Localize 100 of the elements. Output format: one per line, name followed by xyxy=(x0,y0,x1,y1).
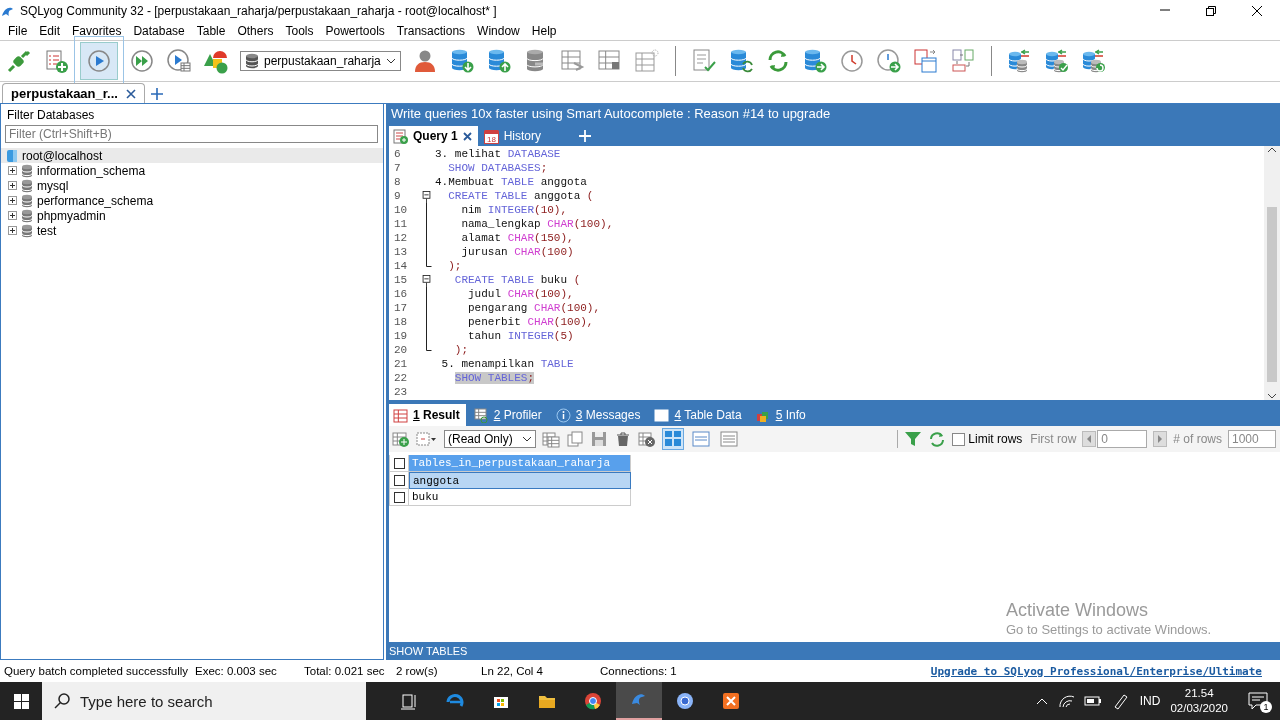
filter-icon[interactable] xyxy=(904,430,923,448)
menu-item[interactable]: Favorites xyxy=(66,24,128,38)
save-icon[interactable] xyxy=(590,430,608,448)
menu-item[interactable]: Database xyxy=(127,24,191,38)
expand-icon[interactable] xyxy=(8,196,17,205)
language-indicator[interactable]: IND xyxy=(1139,694,1161,708)
filter-field[interactable]: Filter (Ctrl+Shift+B) xyxy=(5,125,378,143)
trash-icon[interactable] xyxy=(614,430,632,448)
menu-item[interactable]: Others xyxy=(231,24,280,38)
grid-view-icon[interactable] xyxy=(664,430,682,448)
checklist-icon[interactable] xyxy=(690,48,717,74)
close-icon[interactable] xyxy=(462,131,472,141)
wifi-icon[interactable] xyxy=(1057,693,1074,709)
caret-up-icon[interactable] xyxy=(1267,146,1277,154)
line-number: 10 xyxy=(393,204,409,216)
menu-item[interactable]: Transactions xyxy=(390,24,472,38)
close-icon[interactable] xyxy=(125,88,136,99)
table-cell: buku xyxy=(409,489,631,506)
task-view-icon[interactable] xyxy=(399,691,419,711)
code-line: SHOW TABLES; xyxy=(453,371,535,385)
chevron-up-icon[interactable] xyxy=(1035,696,1048,706)
database-stack-icon[interactable] xyxy=(1043,48,1070,74)
expand-icon[interactable] xyxy=(8,181,17,190)
menu-item[interactable]: Powertools xyxy=(319,24,391,38)
code-line: nim INTEGER(10), xyxy=(460,203,568,217)
table-icon[interactable] xyxy=(559,48,586,74)
result-tab[interactable]: 1 Result xyxy=(389,404,466,426)
line-number: 8 xyxy=(393,176,402,188)
limit-rows-checkbox[interactable]: Limit rows xyxy=(952,432,1023,446)
database-icon xyxy=(21,163,33,178)
new-query-icon[interactable] xyxy=(43,48,69,74)
chromium-icon[interactable] xyxy=(675,691,695,711)
caret-down-icon[interactable] xyxy=(1267,392,1277,400)
notification-icon[interactable] xyxy=(1248,691,1268,711)
clock-time[interactable]: 21.54 xyxy=(1184,686,1214,701)
duplicate-icon[interactable] xyxy=(566,430,584,448)
menu-item[interactable]: Help xyxy=(525,24,563,38)
line-number: 21 xyxy=(393,358,409,370)
menu-item[interactable]: Table xyxy=(190,24,232,38)
query-tab[interactable]: Query 1 xyxy=(389,126,478,146)
cancel-icon[interactable] xyxy=(638,430,656,448)
clock-icon[interactable] xyxy=(838,48,865,74)
result-tab[interactable]: 5 Info xyxy=(751,404,812,426)
database-icon xyxy=(21,223,33,238)
copy-row-icon[interactable] xyxy=(542,430,560,448)
menu-item[interactable]: Edit xyxy=(33,24,67,38)
refresh-icon[interactable] xyxy=(928,430,947,448)
previous-button[interactable] xyxy=(1082,431,1097,447)
line-number: 23 xyxy=(393,386,409,398)
expand-icon[interactable] xyxy=(8,211,17,220)
next-button[interactable] xyxy=(1153,431,1168,447)
row-count-field[interactable]: 1000 xyxy=(1228,430,1276,448)
notification-badge: 1 xyxy=(1260,701,1272,713)
database-dropdown[interactable]: perpustakaan_raharja xyxy=(240,51,401,71)
checkbox[interactable] xyxy=(393,491,405,503)
table-icon xyxy=(654,407,670,423)
windows-logo-icon[interactable] xyxy=(13,693,29,709)
plug-icon[interactable] xyxy=(6,48,32,74)
grid-menu-icon[interactable] xyxy=(416,430,438,448)
code-line: CREATE TABLE buku ( xyxy=(453,273,581,287)
checkbox[interactable] xyxy=(393,457,405,469)
battery-icon[interactable] xyxy=(1083,693,1102,709)
double-play-icon[interactable] xyxy=(129,48,155,74)
tree-item[interactable]: root@localhost xyxy=(1,148,383,163)
chrome-icon[interactable] xyxy=(583,691,603,711)
result-tab[interactable]: 3 Messages xyxy=(551,404,647,426)
connection-tab[interactable]: perpustakaan_r... xyxy=(2,83,145,103)
first-row-field[interactable]: 0 xyxy=(1097,430,1148,448)
server-icon xyxy=(6,148,18,163)
checkbox[interactable] xyxy=(393,474,405,486)
mode-dropdown[interactable]: (Read Only) xyxy=(444,430,536,448)
code-line: alamat CHAR(150), xyxy=(460,231,574,245)
add-icon[interactable] xyxy=(150,87,163,100)
play-table-icon[interactable] xyxy=(166,48,192,74)
collapse-icon[interactable] xyxy=(422,275,431,287)
xampp-icon[interactable] xyxy=(721,691,741,711)
expand-icon[interactable] xyxy=(8,226,17,235)
menu-item[interactable]: Window xyxy=(471,24,526,38)
upgrade-banner[interactable]: Write queries 10x faster using Smart Autocomplete : Reason #14 to upgrade xyxy=(391,106,831,121)
upgrade-link[interactable]: Upgrade to SQLyog Professional/Enterprise/Ultimate xyxy=(930,664,1262,678)
add-row-icon[interactable] xyxy=(392,430,410,448)
database-stack-icon[interactable] xyxy=(1080,48,1107,74)
query-tab[interactable]: 18 History xyxy=(479,126,548,146)
line-number: 13 xyxy=(393,246,409,258)
info-icon xyxy=(555,407,571,423)
close-icon[interactable] xyxy=(1251,5,1263,17)
shapes-icon[interactable] xyxy=(203,48,229,74)
result-tab[interactable]: 2 Profiler xyxy=(469,404,548,426)
collapse-icon[interactable] xyxy=(422,191,431,203)
scrollbar-thumb[interactable] xyxy=(1267,206,1277,382)
line-number: 15 xyxy=(393,274,409,286)
restore-icon[interactable] xyxy=(1205,5,1217,17)
clock-date[interactable]: 02/03/2020 xyxy=(1170,701,1228,716)
activation-text: Go to Settings to activate Windows. xyxy=(1006,622,1212,637)
windows-icon[interactable] xyxy=(912,48,939,74)
menu-item[interactable]: Tools xyxy=(279,24,320,38)
expand-icon[interactable] xyxy=(8,166,17,175)
menu-item[interactable]: File xyxy=(2,24,34,38)
search-field[interactable]: Type here to search xyxy=(42,682,366,720)
result-tab[interactable]: 4 Table Data xyxy=(650,404,748,426)
